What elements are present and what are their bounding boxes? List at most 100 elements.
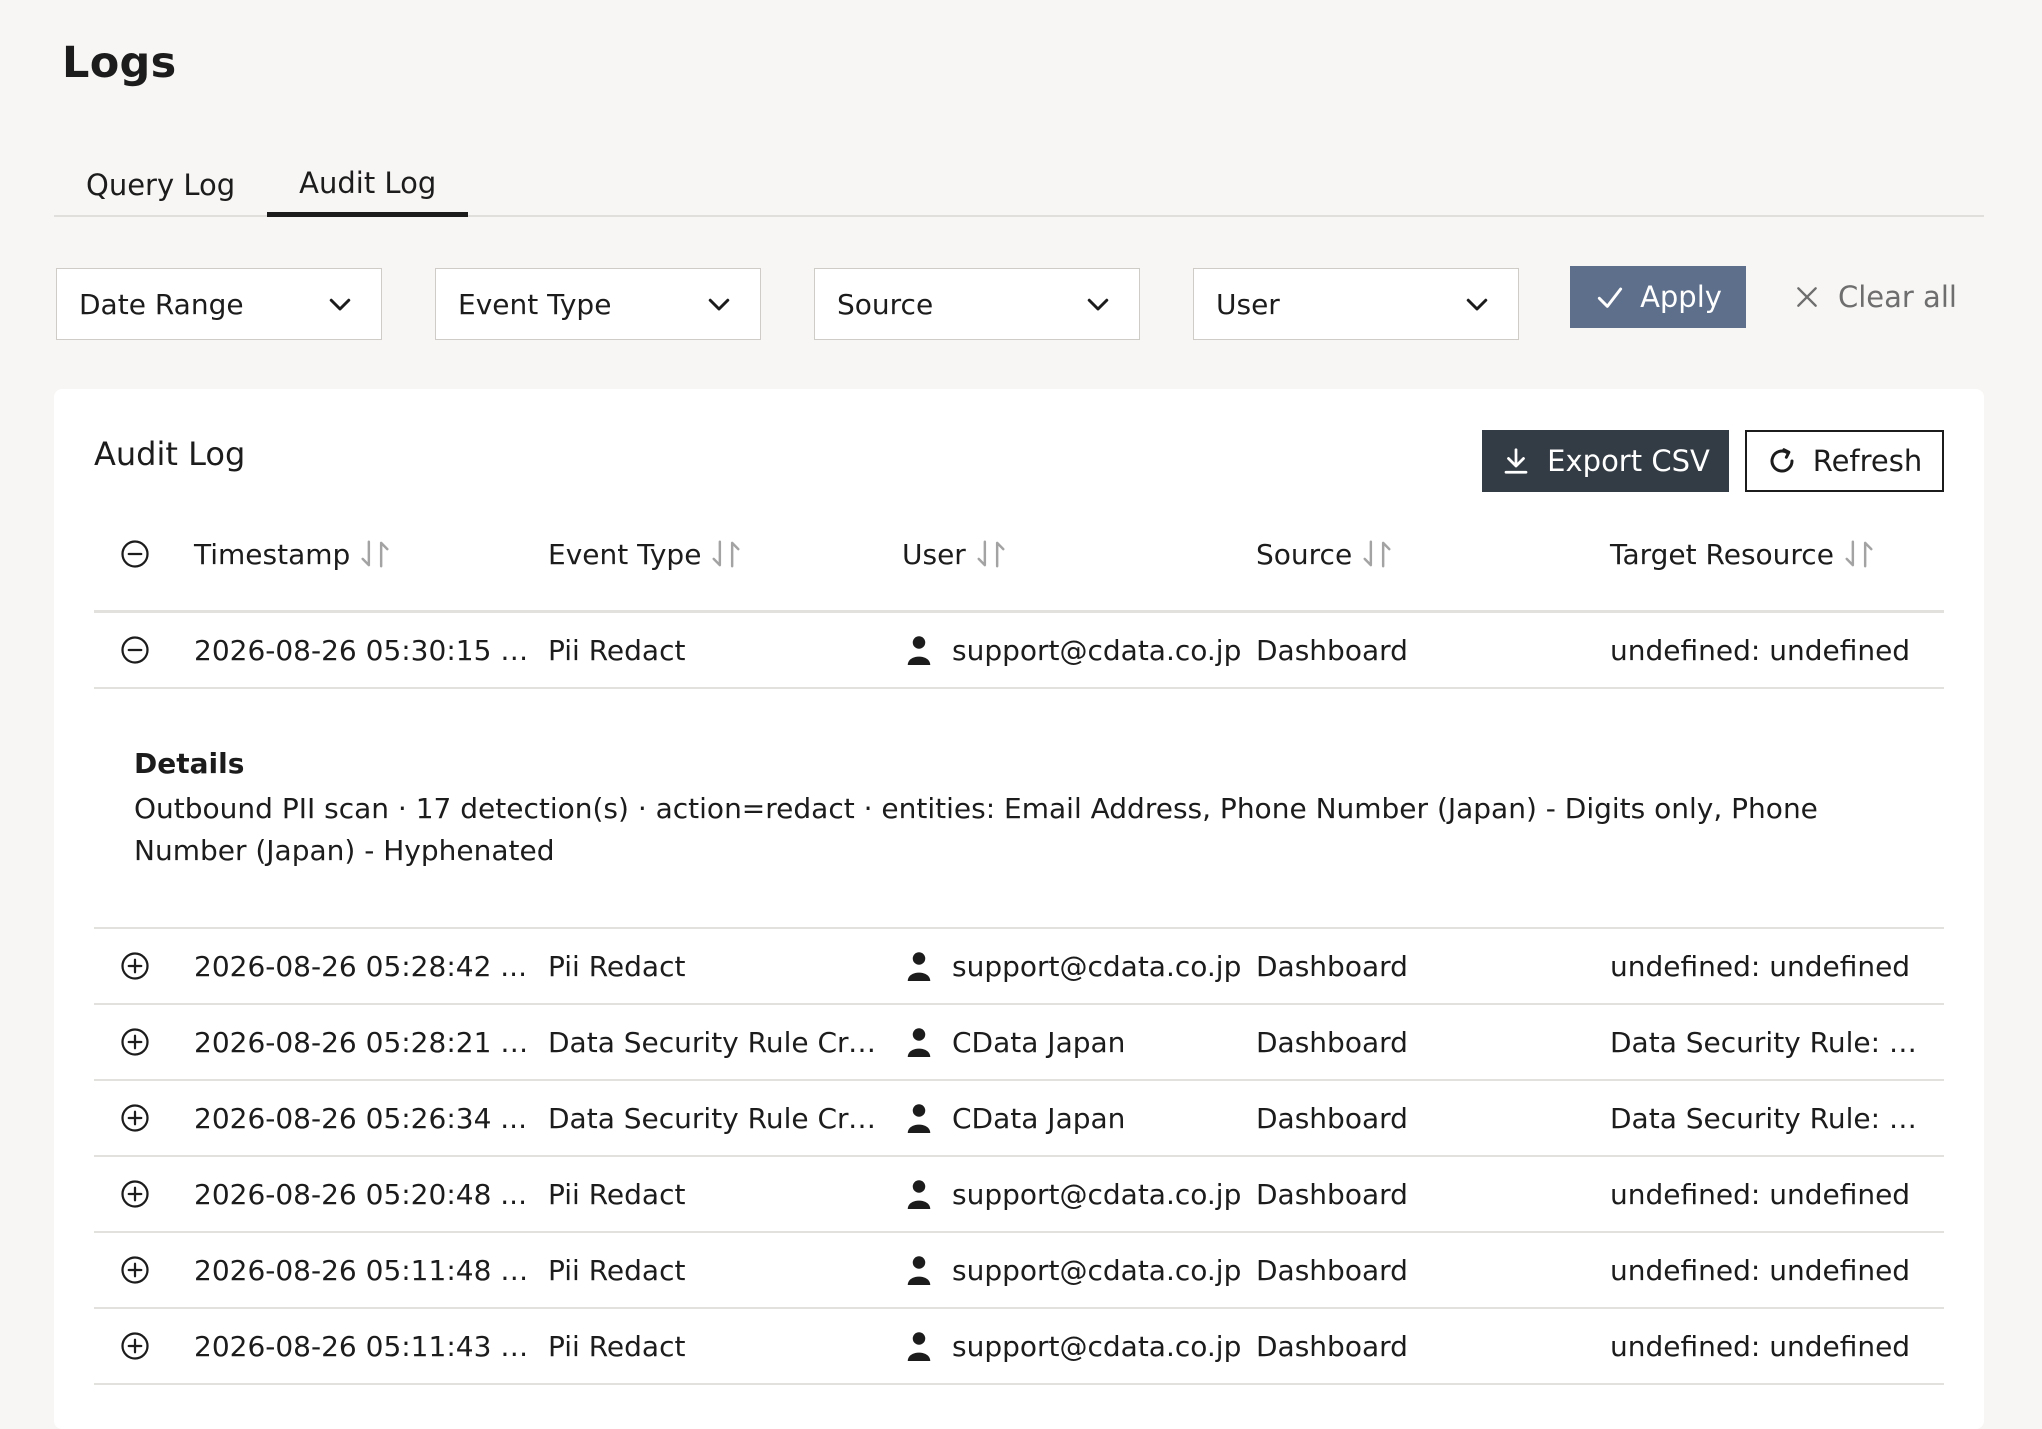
row-expand-toggle[interactable] [94,1179,194,1209]
source-cell: Dashboard [1256,1025,1408,1059]
user-cell: CData Japan [902,1026,1256,1059]
user-name: support@cdata.co.jp [952,949,1242,983]
target-resource-cell: undefined: undefined [1610,949,1911,983]
event-type-cell: Pii Redact [548,1177,686,1211]
target-resource-cell: undefined: undefined [1610,1253,1911,1287]
chevron-down-icon [708,298,730,311]
user-cell: support@cdata.co.jp [902,950,1256,983]
event-type-dropdown[interactable]: Event Type [435,268,761,340]
person-icon [907,1104,931,1133]
refresh-label: Refresh [1812,444,1923,478]
plus-circle-icon [121,1028,149,1056]
table-row[interactable]: 2026-08-26 05:28:42 ... Pii Redact suppo… [94,929,1944,1005]
source-cell: Dashboard [1256,633,1408,667]
user-name: support@cdata.co.jp [952,1177,1242,1211]
table-row[interactable]: 2026-08-26 05:28:21 U... Data Security R… [94,1005,1944,1081]
sort-icon [712,540,740,568]
column-header-event-type[interactable]: Event Type [548,538,902,571]
source-cell: Dashboard [1256,1101,1408,1135]
column-label: Timestamp [194,537,351,571]
row-collapse-toggle[interactable] [94,635,194,665]
chevron-down-icon [329,298,351,311]
table-row[interactable]: 2026-08-26 05:11:48 U... Pii Redact supp… [94,1233,1944,1309]
target-resource-cell: Data Security Rule: Pho... [1610,1101,1944,1135]
user-name: CData Japan [952,1025,1126,1059]
column-label: Target Resource [1610,537,1834,571]
user-cell: support@cdata.co.jp [902,1254,1256,1287]
column-label: Event Type [548,537,702,571]
sort-icon [977,540,1005,568]
plus-circle-icon [121,1332,149,1360]
details-text: Outbound PII scan · 17 detection(s) · ac… [134,792,1818,867]
export-csv-button[interactable]: Export CSV [1482,430,1729,492]
target-resource-cell: undefined: undefined [1610,633,1911,667]
source-cell: Dashboard [1256,1177,1408,1211]
source-dropdown[interactable]: Source [814,268,1140,340]
column-header-source[interactable]: Source [1256,538,1610,571]
row-expand-toggle[interactable] [94,1331,194,1361]
date-range-label: Date Range [79,287,244,321]
event-type-cell: Pii Redact [548,949,686,983]
event-type-cell: Pii Redact [548,1253,686,1287]
event-type-label: Event Type [458,287,612,321]
person-icon [907,1028,931,1057]
target-resource-cell: undefined: undefined [1610,1329,1911,1363]
minus-circle-icon [121,636,149,664]
row-expand-toggle[interactable] [94,1255,194,1285]
tab-query-log[interactable]: Query Log [54,145,267,217]
target-resource-cell: undefined: undefined [1610,1177,1911,1211]
chevron-down-icon [1466,298,1488,311]
table-row[interactable]: 2026-08-26 05:11:43 U... Pii Redact supp… [94,1309,1944,1385]
person-icon [907,1332,931,1361]
audit-log-card: Audit Log Export CSV Refresh Timestamp E… [54,389,1984,1429]
row-expand-toggle[interactable] [94,951,194,981]
person-icon [907,1256,931,1285]
table-row[interactable]: 2026-08-26 05:26:34 ... Data Security Ru… [94,1081,1944,1157]
sort-icon [1845,540,1873,568]
table-row[interactable]: 2026-08-26 05:30:15 U... Pii Redact supp… [94,613,1944,689]
apply-label: Apply [1640,280,1722,314]
collapse-all-toggle[interactable] [94,539,194,569]
event-type-cell: Pii Redact [548,633,686,667]
column-label: User [902,537,966,571]
user-cell: support@cdata.co.jp [902,1330,1256,1363]
person-icon [907,1180,931,1209]
user-dropdown[interactable]: User [1193,268,1519,340]
tab-audit-log[interactable]: Audit Log [267,145,469,217]
user-cell: support@cdata.co.jp [902,634,1256,667]
row-expand-toggle[interactable] [94,1103,194,1133]
table-row[interactable]: 2026-08-26 05:20:48 ... Pii Redact suppo… [94,1157,1944,1233]
timestamp-cell: 2026-08-26 05:26:34 ... [194,1101,527,1135]
target-resource-cell: Data Security Rule: Pho... [1610,1025,1944,1059]
source-cell: Dashboard [1256,1329,1408,1363]
source-cell: Dashboard [1256,1253,1408,1287]
column-header-timestamp[interactable]: Timestamp [194,538,548,571]
card-title: Audit Log [94,435,246,473]
column-header-target-resource[interactable]: Target Resource [1610,538,1944,571]
date-range-dropdown[interactable]: Date Range [56,268,382,340]
chevron-down-icon [1087,298,1109,311]
user-cell: CData Japan [902,1102,1256,1135]
event-type-cell: Pii Redact [548,1329,686,1363]
export-csv-label: Export CSV [1547,444,1710,478]
clear-all-button[interactable]: Clear all [1794,266,1957,328]
row-expand-toggle[interactable] [94,1027,194,1057]
table-header: Timestamp Event Type User Source Target … [94,498,1944,613]
minus-circle-icon [121,540,149,568]
column-label: Source [1256,537,1353,571]
column-header-user[interactable]: User [902,538,1256,571]
user-name: support@cdata.co.jp [952,1329,1242,1363]
timestamp-cell: 2026-08-26 05:20:48 ... [194,1177,527,1211]
user-name: support@cdata.co.jp [952,633,1242,667]
apply-button[interactable]: Apply [1570,266,1746,328]
timestamp-cell: 2026-08-26 05:28:21 U... [194,1025,548,1059]
timestamp-cell: 2026-08-26 05:28:42 ... [194,949,527,983]
download-icon [1504,448,1528,474]
person-icon [907,636,931,665]
page-title: Logs [62,38,177,88]
sort-icon [361,540,389,568]
close-icon [1797,287,1817,307]
row-details-panel: Details Outbound PII scan · 17 detection… [94,689,1944,929]
check-icon [1597,287,1623,308]
refresh-button[interactable]: Refresh [1745,430,1944,492]
